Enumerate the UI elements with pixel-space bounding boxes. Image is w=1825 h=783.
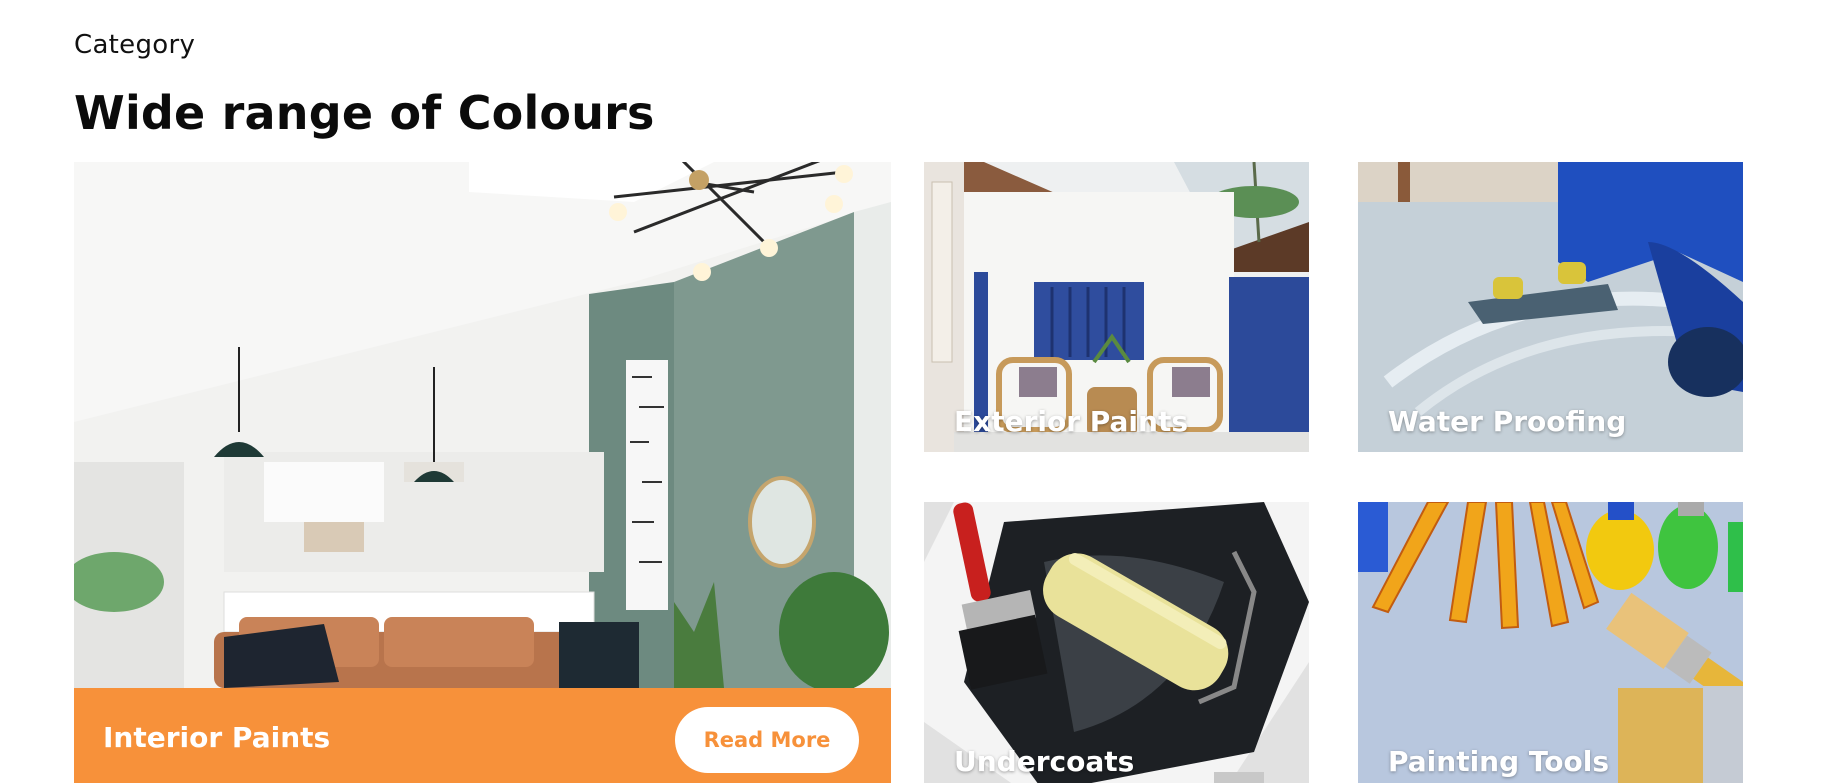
category-section: Category Wide range of Colours Interior … bbox=[0, 0, 1825, 783]
undercoats-title: Undercoats bbox=[954, 745, 1135, 778]
water-proofing-card[interactable]: Water Proofing bbox=[1358, 162, 1743, 452]
painting-tools-title: Painting Tools bbox=[1388, 745, 1610, 778]
exterior-paints-card[interactable]: Exterior Paints bbox=[924, 162, 1309, 452]
exterior-paints-title: Exterior Paints bbox=[954, 405, 1189, 438]
read-more-button[interactable]: Read More bbox=[675, 707, 859, 773]
interior-room-photo bbox=[74, 162, 891, 688]
section-heading: Wide range of Colours bbox=[74, 86, 655, 140]
section-eyebrow: Category bbox=[74, 30, 196, 60]
undercoats-card[interactable]: Undercoats bbox=[924, 502, 1309, 783]
painting-tools-card[interactable]: Painting Tools bbox=[1358, 502, 1743, 783]
interior-paints-title: Interior Paints bbox=[103, 721, 331, 754]
undercoats-photo bbox=[924, 502, 1309, 783]
water-proofing-title: Water Proofing bbox=[1388, 405, 1627, 438]
interior-paints-card[interactable]: Interior Paints Read More bbox=[74, 162, 891, 783]
interior-paints-bar: Interior Paints Read More bbox=[74, 688, 891, 783]
painting-tools-photo bbox=[1358, 502, 1743, 783]
